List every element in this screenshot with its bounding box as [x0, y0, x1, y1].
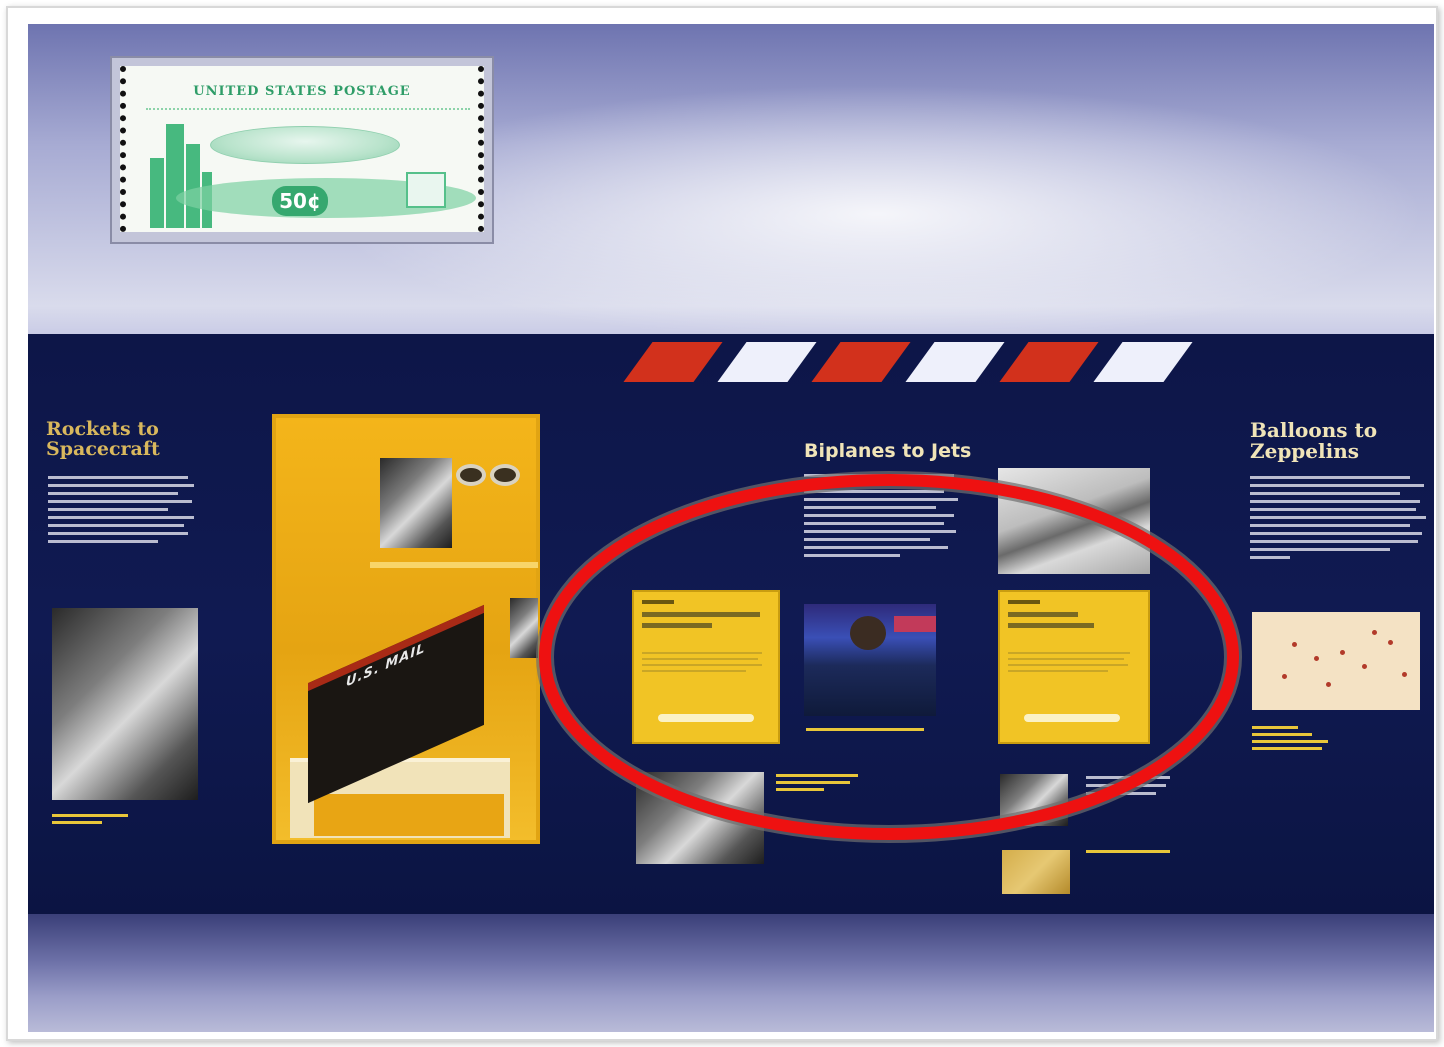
highlight-ellipse [536, 471, 1242, 843]
